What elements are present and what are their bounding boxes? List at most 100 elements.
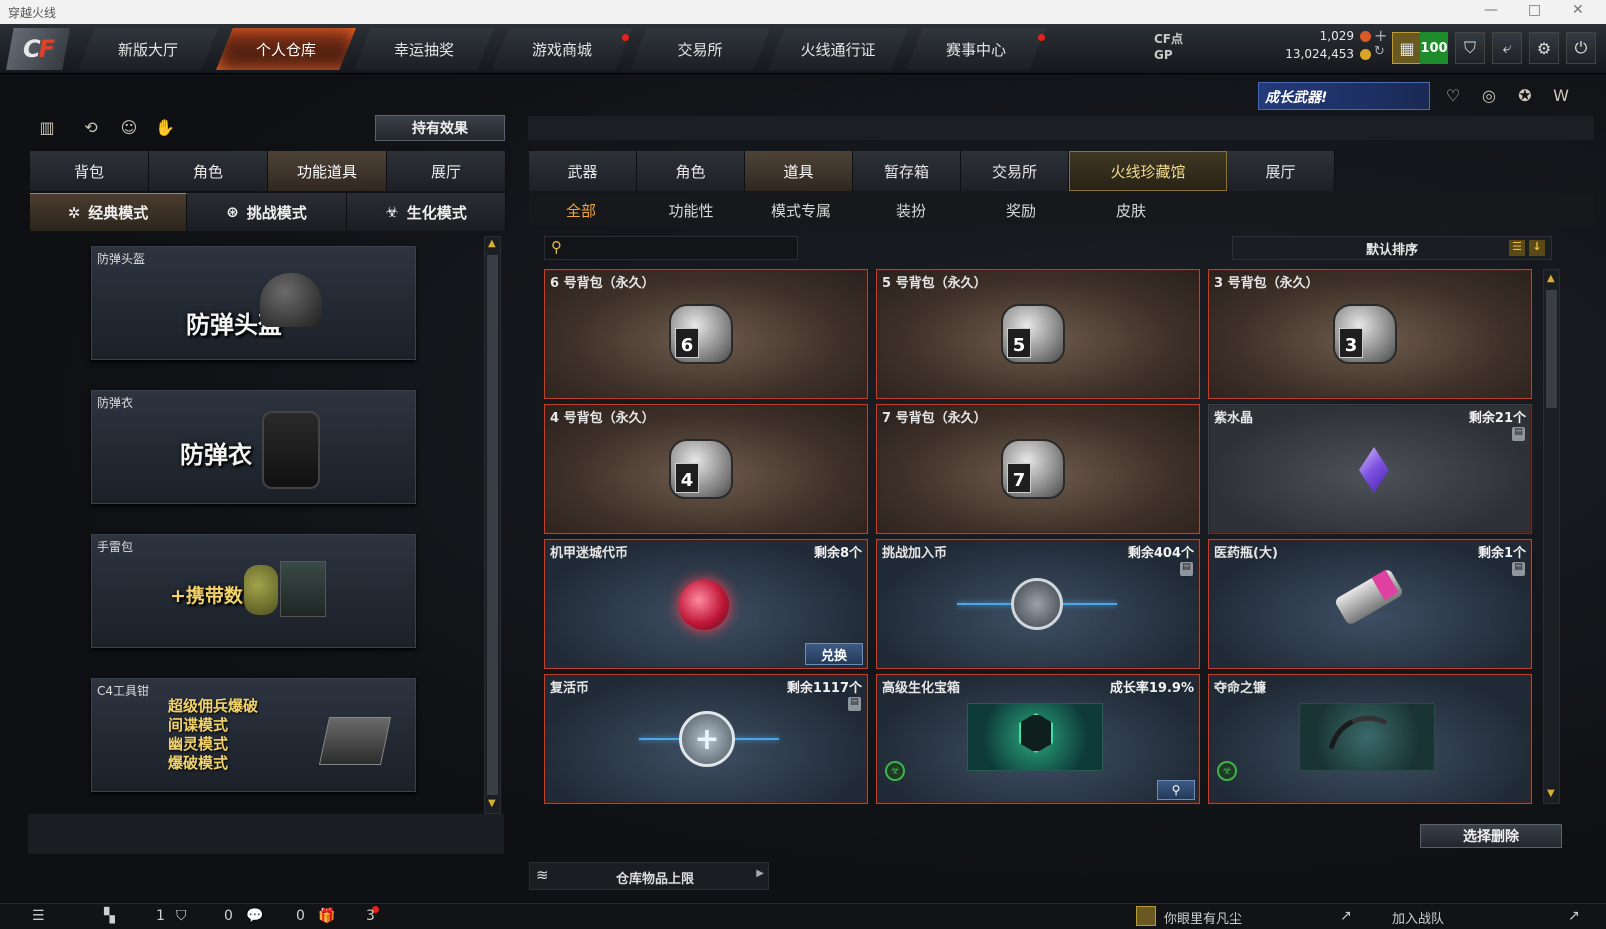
tab-props[interactable]: 道具	[745, 151, 853, 191]
chat-icon[interactable]: 💬	[246, 908, 263, 924]
scroll-down-arrow-icon[interactable]: ▼	[488, 798, 496, 809]
nav-tab-pass[interactable]: 火线通行证	[768, 28, 908, 70]
shop-notification-dot	[622, 34, 629, 41]
history-icon[interactable]: ⟲	[80, 118, 102, 140]
power-icon[interactable]: ⏻	[1566, 32, 1596, 64]
item-card-challenge-coin[interactable]: 挑战加入币 剩余404个 ▤	[876, 539, 1200, 669]
tab-showroom[interactable]: 展厅	[387, 151, 506, 191]
item-card-bag-6[interactable]: 6 号背包（永久） BAG6	[544, 269, 868, 399]
search-input[interactable]	[571, 239, 791, 257]
external-link-icon[interactable]: ↗	[1340, 908, 1352, 924]
subtab-all[interactable]: 全部	[526, 200, 636, 221]
join-team-link-icon[interactable]: ↗	[1568, 908, 1580, 924]
sort-down-icon[interactable]: ↓	[1529, 240, 1545, 256]
tab-character[interactable]: 角色	[149, 151, 268, 191]
item-card-bag-3[interactable]: 3 号背包（永久） BAG3	[1208, 269, 1532, 399]
hold-effect-button[interactable]: 持有效果	[375, 115, 505, 141]
sort-dropdown[interactable]: 默认排序 ☰ ↓	[1232, 236, 1552, 260]
gear-icon[interactable]: ⚙	[1529, 32, 1559, 64]
search-box[interactable]: ⚲	[544, 236, 798, 260]
subtab-functional[interactable]: 功能性	[636, 200, 746, 221]
select-delete-button[interactable]: 选择删除	[1420, 824, 1562, 848]
tab-gallery[interactable]: 展厅	[1227, 151, 1335, 191]
team-icon[interactable]: ▚	[104, 908, 115, 924]
mode-tab-challenge[interactable]: ⊛ 挑战模式	[187, 193, 347, 231]
exchange-button[interactable]: 兑换	[805, 643, 863, 665]
trash-icon[interactable]: ▤	[1512, 562, 1525, 576]
close-icon[interactable]: ✕	[1572, 2, 1584, 18]
tab-roles[interactable]: 角色	[637, 151, 745, 191]
gift-icon[interactable]: 🎁	[318, 908, 335, 924]
subtab-skins[interactable]: 皮肤	[1076, 200, 1186, 221]
subtab-dress-up[interactable]: 装扮	[856, 200, 966, 221]
nav-tab-exchange[interactable]: 交易所	[630, 28, 770, 70]
subtab-mode-exclusive[interactable]: 模式专属	[746, 200, 856, 221]
level-badge[interactable]: 100	[1420, 32, 1448, 64]
trash-icon[interactable]: ▤	[848, 697, 861, 711]
vip-icon[interactable]: ▦	[1392, 32, 1422, 64]
join-team-label[interactable]: 加入战队	[1392, 908, 1444, 927]
items-scrollbar[interactable]	[1543, 269, 1560, 804]
item-card-medkit-large[interactable]: 医药瓶(大) 剩余1个 ▤	[1208, 539, 1532, 669]
subtab-rewards[interactable]: 奖励	[966, 200, 1076, 221]
items-scroll-down-icon[interactable]: ▼	[1547, 788, 1555, 799]
tab-functional-items[interactable]: 功能道具	[268, 151, 387, 191]
globe-icon[interactable]: ◎	[1478, 86, 1500, 108]
friend-avatar[interactable]	[1136, 906, 1156, 926]
clan-shield-icon[interactable]: ⛉	[176, 908, 187, 924]
mode-zombie-label: 生化模式	[406, 203, 467, 222]
item-card-bio-box[interactable]: 高级生化宝箱 成长率19.9% ☣ ⚲	[876, 674, 1200, 804]
item-card-bag-7[interactable]: 7 号背包（永久） BAG7	[876, 404, 1200, 534]
badge-shield-icon[interactable]: ♡	[1442, 86, 1464, 108]
item-card-death-scythe[interactable]: 夺命之镰 ☣	[1208, 674, 1532, 804]
item-card-mecha-token[interactable]: 机甲迷城代币 剩余8个 兑换	[544, 539, 868, 669]
expand-arrow-icon[interactable]: ▶	[756, 868, 764, 879]
menu-icon[interactable]: ☰	[32, 908, 45, 924]
minimize-icon[interactable]: —	[1484, 2, 1498, 18]
nav-tab-events[interactable]: 赛事中心	[906, 28, 1046, 70]
tab-weapons[interactable]: 武器	[529, 151, 637, 191]
friend-name[interactable]: 你眼里有凡尘	[1164, 908, 1242, 927]
trash-icon[interactable]: ▤	[1512, 427, 1525, 441]
left-scrollbar[interactable]	[484, 236, 501, 814]
tab-collection[interactable]: 火线珍藏馆	[1069, 151, 1227, 191]
sort-label: 默认排序	[1365, 242, 1418, 258]
preview-magnifier-button[interactable]: ⚲	[1157, 780, 1195, 800]
list-view-icon[interactable]: ☰	[1509, 240, 1525, 256]
scroll-up-arrow-icon[interactable]: ▲	[488, 238, 496, 249]
character-icon[interactable]: ☺	[118, 118, 140, 140]
return-icon[interactable]: ⤶	[1492, 32, 1522, 64]
add-cf-icon[interactable]: +	[1374, 26, 1387, 45]
vest-card[interactable]: 防弹衣 防弹衣	[91, 390, 416, 504]
left-scrollbar-thumb[interactable]	[487, 255, 498, 795]
item-card-bag-4[interactable]: 4 号背包（永久） BAG4	[544, 404, 868, 534]
helmet-card[interactable]: 防弹头盔 防弹头盔	[91, 246, 416, 360]
grenade-card[interactable]: 手雷包 +携带数	[91, 534, 416, 648]
nav-tab-shop[interactable]: 游戏商城	[492, 28, 632, 70]
c4-card[interactable]: C4工具钳 超级佣兵爆破 间谍模式 幽灵模式 爆破模式	[91, 678, 416, 792]
growth-weapon-banner[interactable]: 成长武器!	[1258, 82, 1430, 110]
refresh-icon[interactable]: ↻	[1374, 44, 1385, 59]
cf-logo[interactable]: CF	[6, 28, 70, 70]
nav-tab-warehouse[interactable]: 个人仓库	[216, 28, 356, 70]
item-card-amethyst[interactable]: 紫水晶 剩余21个 ▤	[1208, 404, 1532, 534]
item-card-bag-5[interactable]: 5 号背包（永久） BAG5	[876, 269, 1200, 399]
item-card-revive-coin[interactable]: 复活币 剩余1117个 ▤ +	[544, 674, 868, 804]
items-scroll-up-icon[interactable]: ▲	[1547, 273, 1555, 284]
shield-icon[interactable]: ⛉	[1455, 32, 1485, 64]
star-badge-icon[interactable]: ✪	[1514, 86, 1536, 108]
trash-icon[interactable]: ▤	[1180, 562, 1193, 576]
wings-icon[interactable]: W	[1550, 86, 1572, 108]
tab-storage-box[interactable]: 暂存箱	[853, 151, 961, 191]
mode-tab-classic[interactable]: ✲ 经典模式	[30, 193, 187, 231]
stats-icon[interactable]: ▥	[36, 118, 58, 140]
items-scrollbar-thumb[interactable]	[1546, 290, 1557, 408]
hand-icon[interactable]: ✋	[154, 118, 176, 140]
nav-tab-lottery[interactable]: 幸运抽奖	[354, 28, 494, 70]
tab-trade[interactable]: 交易所	[961, 151, 1069, 191]
nav-tab-lobby[interactable]: 新版大厅	[78, 28, 218, 70]
mode-tab-zombie[interactable]: ☣ 生化模式	[347, 193, 506, 231]
maximize-icon[interactable]: □	[1528, 2, 1541, 18]
tab-backpack[interactable]: 背包	[30, 151, 149, 191]
storage-limit-bar[interactable]: ≋ 仓库物品上限 ▶	[529, 862, 769, 890]
